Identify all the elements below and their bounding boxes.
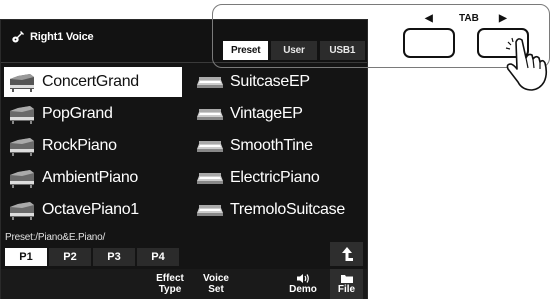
voice-item-vintageep[interactable]: VintageEP	[192, 99, 370, 129]
voice-item-ambientpiano[interactable]: AmbientPiano	[4, 163, 182, 193]
voice-name: OctavePiano1	[42, 201, 139, 218]
tab-label-row: ◀ TAB ▶	[413, 13, 552, 27]
screen-title: Right1 Voice	[30, 31, 94, 43]
demo-button[interactable]: Demo	[283, 269, 323, 299]
file-button[interactable]: File	[330, 269, 363, 299]
up-arrow-icon	[341, 247, 353, 261]
voice-name: SuitcaseEP	[230, 73, 310, 90]
voice-row: OctavePiano1 TremoloSuitcase	[4, 195, 364, 225]
voice-row: PopGrand VintageEP	[4, 99, 364, 129]
tab-left-button[interactable]	[403, 28, 455, 58]
voice-set-label-line2: Set	[208, 284, 224, 295]
page-tab-p4[interactable]: P4	[137, 248, 179, 266]
effect-type-label-line2: Type	[158, 284, 182, 295]
grand-piano-icon	[10, 170, 34, 188]
tab-label: TAB	[459, 13, 479, 24]
electric-piano-icon	[197, 141, 223, 152]
voice-row: ConcertGrand SuitcaseEP	[4, 67, 364, 97]
voice-item-smoothtine[interactable]: SmoothTine	[192, 131, 370, 161]
voice-item-popgrand[interactable]: PopGrand	[4, 99, 182, 129]
grand-piano-icon	[10, 74, 34, 92]
voice-set-label-line1: Voice	[203, 273, 229, 284]
voice-name: ConcertGrand	[42, 73, 139, 90]
voice-name: AmbientPiano	[42, 169, 139, 186]
electric-piano-icon	[197, 173, 223, 184]
voice-set-button[interactable]: Voice Set	[197, 269, 235, 299]
voice-name: VintageEP	[230, 105, 303, 122]
voice-item-suitcaseep[interactable]: SuitcaseEP	[192, 67, 370, 97]
voice-name: SmoothTine	[230, 137, 313, 154]
speaker-icon	[297, 274, 309, 283]
voice-row: RockPiano SmoothTine	[4, 131, 364, 161]
voice-name: TremoloSuitcase	[230, 201, 345, 218]
voice-item-octavepiano1[interactable]: OctavePiano1	[4, 195, 182, 225]
voice-item-rockpiano[interactable]: RockPiano	[4, 131, 182, 161]
effect-type-button[interactable]: Effect Type	[149, 269, 191, 299]
voice-name: PopGrand	[42, 105, 113, 122]
voice-item-electricpiano[interactable]: ElectricPiano	[192, 163, 370, 193]
tab-left-arrow-icon: ◀	[425, 13, 433, 24]
grand-piano-icon	[10, 202, 34, 220]
screen-title-group: Right1 Voice	[11, 28, 94, 46]
file-label: File	[337, 284, 356, 295]
electric-piano-icon	[197, 109, 223, 120]
tab-right-arrow-icon: ▶	[499, 13, 507, 24]
folder-icon	[340, 275, 353, 283]
electric-piano-icon	[197, 205, 223, 216]
page-tab-p1[interactable]: P1	[5, 248, 47, 266]
grand-piano-icon	[10, 106, 34, 124]
effect-type-label-line1: Effect	[156, 273, 184, 284]
page-selector: P1 P2 P3 P4	[5, 248, 185, 266]
pressing-finger-icon	[505, 37, 548, 91]
voice-row: AmbientPiano ElectricPiano	[4, 163, 364, 193]
voice-name: RockPiano	[42, 137, 117, 154]
up-folder-button[interactable]	[330, 242, 363, 266]
page-tab-p2[interactable]: P2	[49, 248, 91, 266]
voice-name: ElectricPiano	[230, 169, 320, 186]
voice-item-concertgrand[interactable]: ConcertGrand	[4, 67, 182, 97]
page-tab-p3[interactable]: P3	[93, 248, 135, 266]
demo-label: Demo	[289, 284, 317, 295]
grand-piano-icon	[10, 138, 34, 156]
voice-item-tremolosuitcase[interactable]: TremoloSuitcase	[192, 195, 370, 225]
electric-piano-icon	[197, 77, 223, 88]
guitar-icon	[12, 31, 24, 43]
current-path: Preset:/Piano&E.Piano/	[5, 232, 106, 243]
function-bar: Effect Type Voice Set Demo File	[1, 269, 367, 299]
